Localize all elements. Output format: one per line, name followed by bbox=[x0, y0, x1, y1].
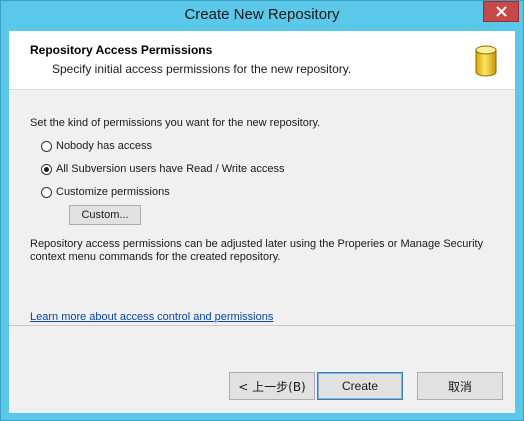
page-subtitle: Specify initial access permissions for t… bbox=[52, 62, 352, 76]
footer-separator bbox=[9, 325, 515, 326]
learn-more-link[interactable]: Learn more about access control and perm… bbox=[30, 311, 273, 323]
note-line: Repository access permissions can be adj… bbox=[30, 238, 484, 250]
close-icon bbox=[495, 6, 507, 17]
radio-button[interactable] bbox=[41, 186, 52, 198]
radio-customize-permissions[interactable]: Customize permissions bbox=[41, 186, 170, 198]
note-line: context menu commands for the created re… bbox=[30, 251, 281, 263]
window-title: Create New Repository bbox=[184, 6, 340, 23]
wizard-header: Repository Access Permissions Specify in… bbox=[9, 31, 515, 90]
radio-label: Nobody has access bbox=[56, 140, 152, 152]
dialog-window: Create New Repository Repository Access … bbox=[0, 0, 524, 421]
cancel-button[interactable]: 取消 bbox=[417, 372, 503, 400]
custom-button[interactable]: Custom... bbox=[69, 205, 141, 225]
intro-text: Set the kind of permissions you want for… bbox=[30, 117, 321, 129]
permissions-note: Repository access permissions can be adj… bbox=[30, 238, 500, 264]
create-button[interactable]: Create bbox=[317, 372, 403, 400]
radio-button[interactable] bbox=[41, 140, 52, 152]
dialog-client-area: Repository Access Permissions Specify in… bbox=[9, 31, 515, 413]
radio-label: Customize permissions bbox=[56, 186, 170, 198]
radio-all-users-read-write[interactable]: All Subversion users have Read / Write a… bbox=[41, 163, 284, 175]
database-cylinder-icon bbox=[475, 45, 497, 77]
title-bar[interactable]: Create New Repository bbox=[1, 1, 523, 31]
wizard-body: Set the kind of permissions you want for… bbox=[9, 90, 515, 326]
radio-nobody-access[interactable]: Nobody has access bbox=[41, 140, 152, 152]
page-title: Repository Access Permissions bbox=[30, 43, 213, 57]
close-button[interactable] bbox=[483, 1, 519, 22]
radio-label: All Subversion users have Read / Write a… bbox=[56, 163, 285, 175]
radio-button[interactable] bbox=[41, 163, 52, 175]
back-button[interactable]: < 上一步(B) bbox=[229, 372, 315, 400]
